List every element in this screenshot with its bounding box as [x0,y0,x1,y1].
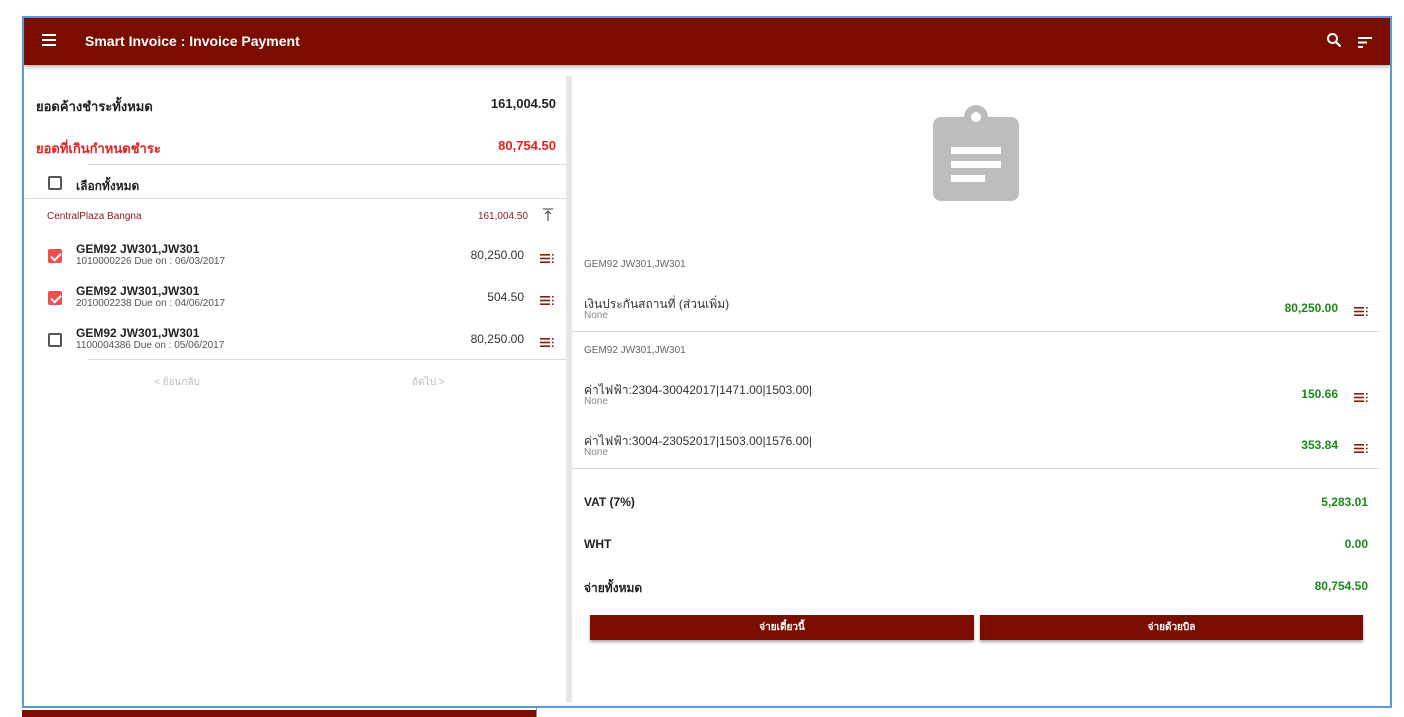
prev-page-link[interactable]: < ย้อนกลับ [154,375,200,390]
app-bar: Smart Invoice : Invoice Payment [24,18,1390,65]
detail-item-name: ค่าไฟฟ้า:2304-30042017|1471.00|1503.00| [584,383,813,397]
total-label: จ่ายทั้งหมด [584,581,643,595]
detail-list-icon[interactable] [1354,440,1368,458]
divider [24,198,566,199]
overdue-label: ยอดที่เกินกำหนดชำระ [36,141,161,156]
outstanding-summary: ยอดค้างชำระทั้งหมด 161,004.50 [36,96,556,117]
pay-now-button[interactable]: จ่ายเดี๋ยวนี้ [590,615,974,640]
overdue-value: 80,754.50 [498,138,556,153]
detail-item-name: ค่าไฟฟ้า:3004-23052017|1503.00|1576.00| [584,434,813,448]
invoice-amount: 80,250.00 [470,332,524,346]
invoice-detail-pane: GEM92 JW301,JW301 เงินประกันสถานที่ (ส่ว… [572,65,1390,706]
detail-item: เงินประกันสถานที่ (ส่วนเพิ่ม) None 80,25… [572,295,1390,327]
detail-item-sub: None [584,447,608,458]
detail-item-amount: 80,250.00 [1284,301,1338,315]
invoice-name: GEM92 JW301,JW301 [76,284,200,298]
detail-list-icon[interactable] [1354,303,1368,321]
invoice-name: GEM92 JW301,JW301 [76,326,200,340]
total-row: จ่ายทั้งหมด 80,754.50 [584,579,1368,598]
sort-icon[interactable] [1358,35,1372,53]
outstanding-value: 161,004.50 [490,96,556,111]
invoice-due: 2010002238 Due on : 04/06/2017 [76,298,226,309]
invoice-row[interactable]: GEM92 JW301,JW301 1010000226 Due on : 06… [24,242,566,284]
overdue-summary: ยอดที่เกินกำหนดชำระ 80,754.50 [36,138,556,159]
detail-item-sub: None [584,396,608,407]
detail-list-icon[interactable] [540,292,554,310]
invoice-checkbox[interactable] [48,333,62,347]
detail-item-sub: None [584,310,608,321]
invoice-checkbox[interactable] [48,291,62,305]
detail-group-label: GEM92 JW301,JW301 [584,345,686,356]
pay-with-bill-button[interactable]: จ่ายด้วยบิล [980,615,1363,640]
group-total: 161,004.50 [477,211,528,222]
hamburger-menu-icon[interactable] [42,34,56,46]
invoice-due: 1100004386 Due on : 05/06/2017 [76,340,225,351]
group-name: CentralPlaza Bangna [47,211,142,222]
wht-value: 0.00 [1344,537,1368,551]
total-value: 80,754.50 [1314,579,1368,593]
detail-item-amount: 353.84 [1301,438,1338,452]
detail-list-icon[interactable] [1354,389,1368,407]
background-window-bar [22,710,536,717]
invoice-list-pane: ยอดค้างชำระทั้งหมด 161,004.50 ยอดที่เกิน… [24,65,566,706]
detail-list-icon[interactable] [540,334,554,352]
invoice-row[interactable]: GEM92 JW301,JW301 2010002238 Due on : 04… [24,284,566,326]
detail-item: ค่าไฟฟ้า:2304-30042017|1471.00|1503.00| … [572,381,1390,413]
divider [572,331,1380,332]
clipboard-icon [933,105,1019,206]
select-all-checkbox[interactable] [48,176,62,190]
detail-item-amount: 150.66 [1301,387,1338,401]
detail-group-label: GEM92 JW301,JW301 [584,259,686,270]
select-all-label: เลือกทั้งหมด [76,179,140,193]
wht-row: WHT 0.00 [584,537,1368,551]
app-title: Smart Invoice : Invoice Payment [85,33,300,49]
invoice-checkbox[interactable] [48,249,62,263]
vat-value: 5,283.01 [1321,495,1368,509]
search-icon[interactable] [1326,32,1342,53]
vat-row: VAT (7%) 5,283.01 [584,495,1368,509]
next-page-link[interactable]: ถัดไป > [412,375,445,390]
divider [88,359,566,360]
vat-label: VAT (7%) [584,495,635,509]
invoice-name: GEM92 JW301,JW301 [76,242,200,256]
outstanding-label: ยอดค้างชำระทั้งหมด [36,99,153,114]
invoice-amount: 504.50 [487,290,524,304]
invoice-row[interactable]: GEM92 JW301,JW301 1100004386 Due on : 05… [24,326,566,368]
detail-item: ค่าไฟฟ้า:3004-23052017|1503.00|1576.00| … [572,432,1390,464]
invoice-amount: 80,250.00 [470,248,524,262]
background-window-edge [536,708,537,717]
invoice-due: 1010000226 Due on : 06/03/2017 [76,256,226,267]
divider [88,164,566,165]
detail-list-icon[interactable] [540,250,554,268]
wht-label: WHT [584,537,612,551]
app-window: Smart Invoice : Invoice Payment ยอดค้างช… [22,16,1392,708]
collapse-top-icon[interactable] [542,208,554,227]
divider [572,468,1380,469]
